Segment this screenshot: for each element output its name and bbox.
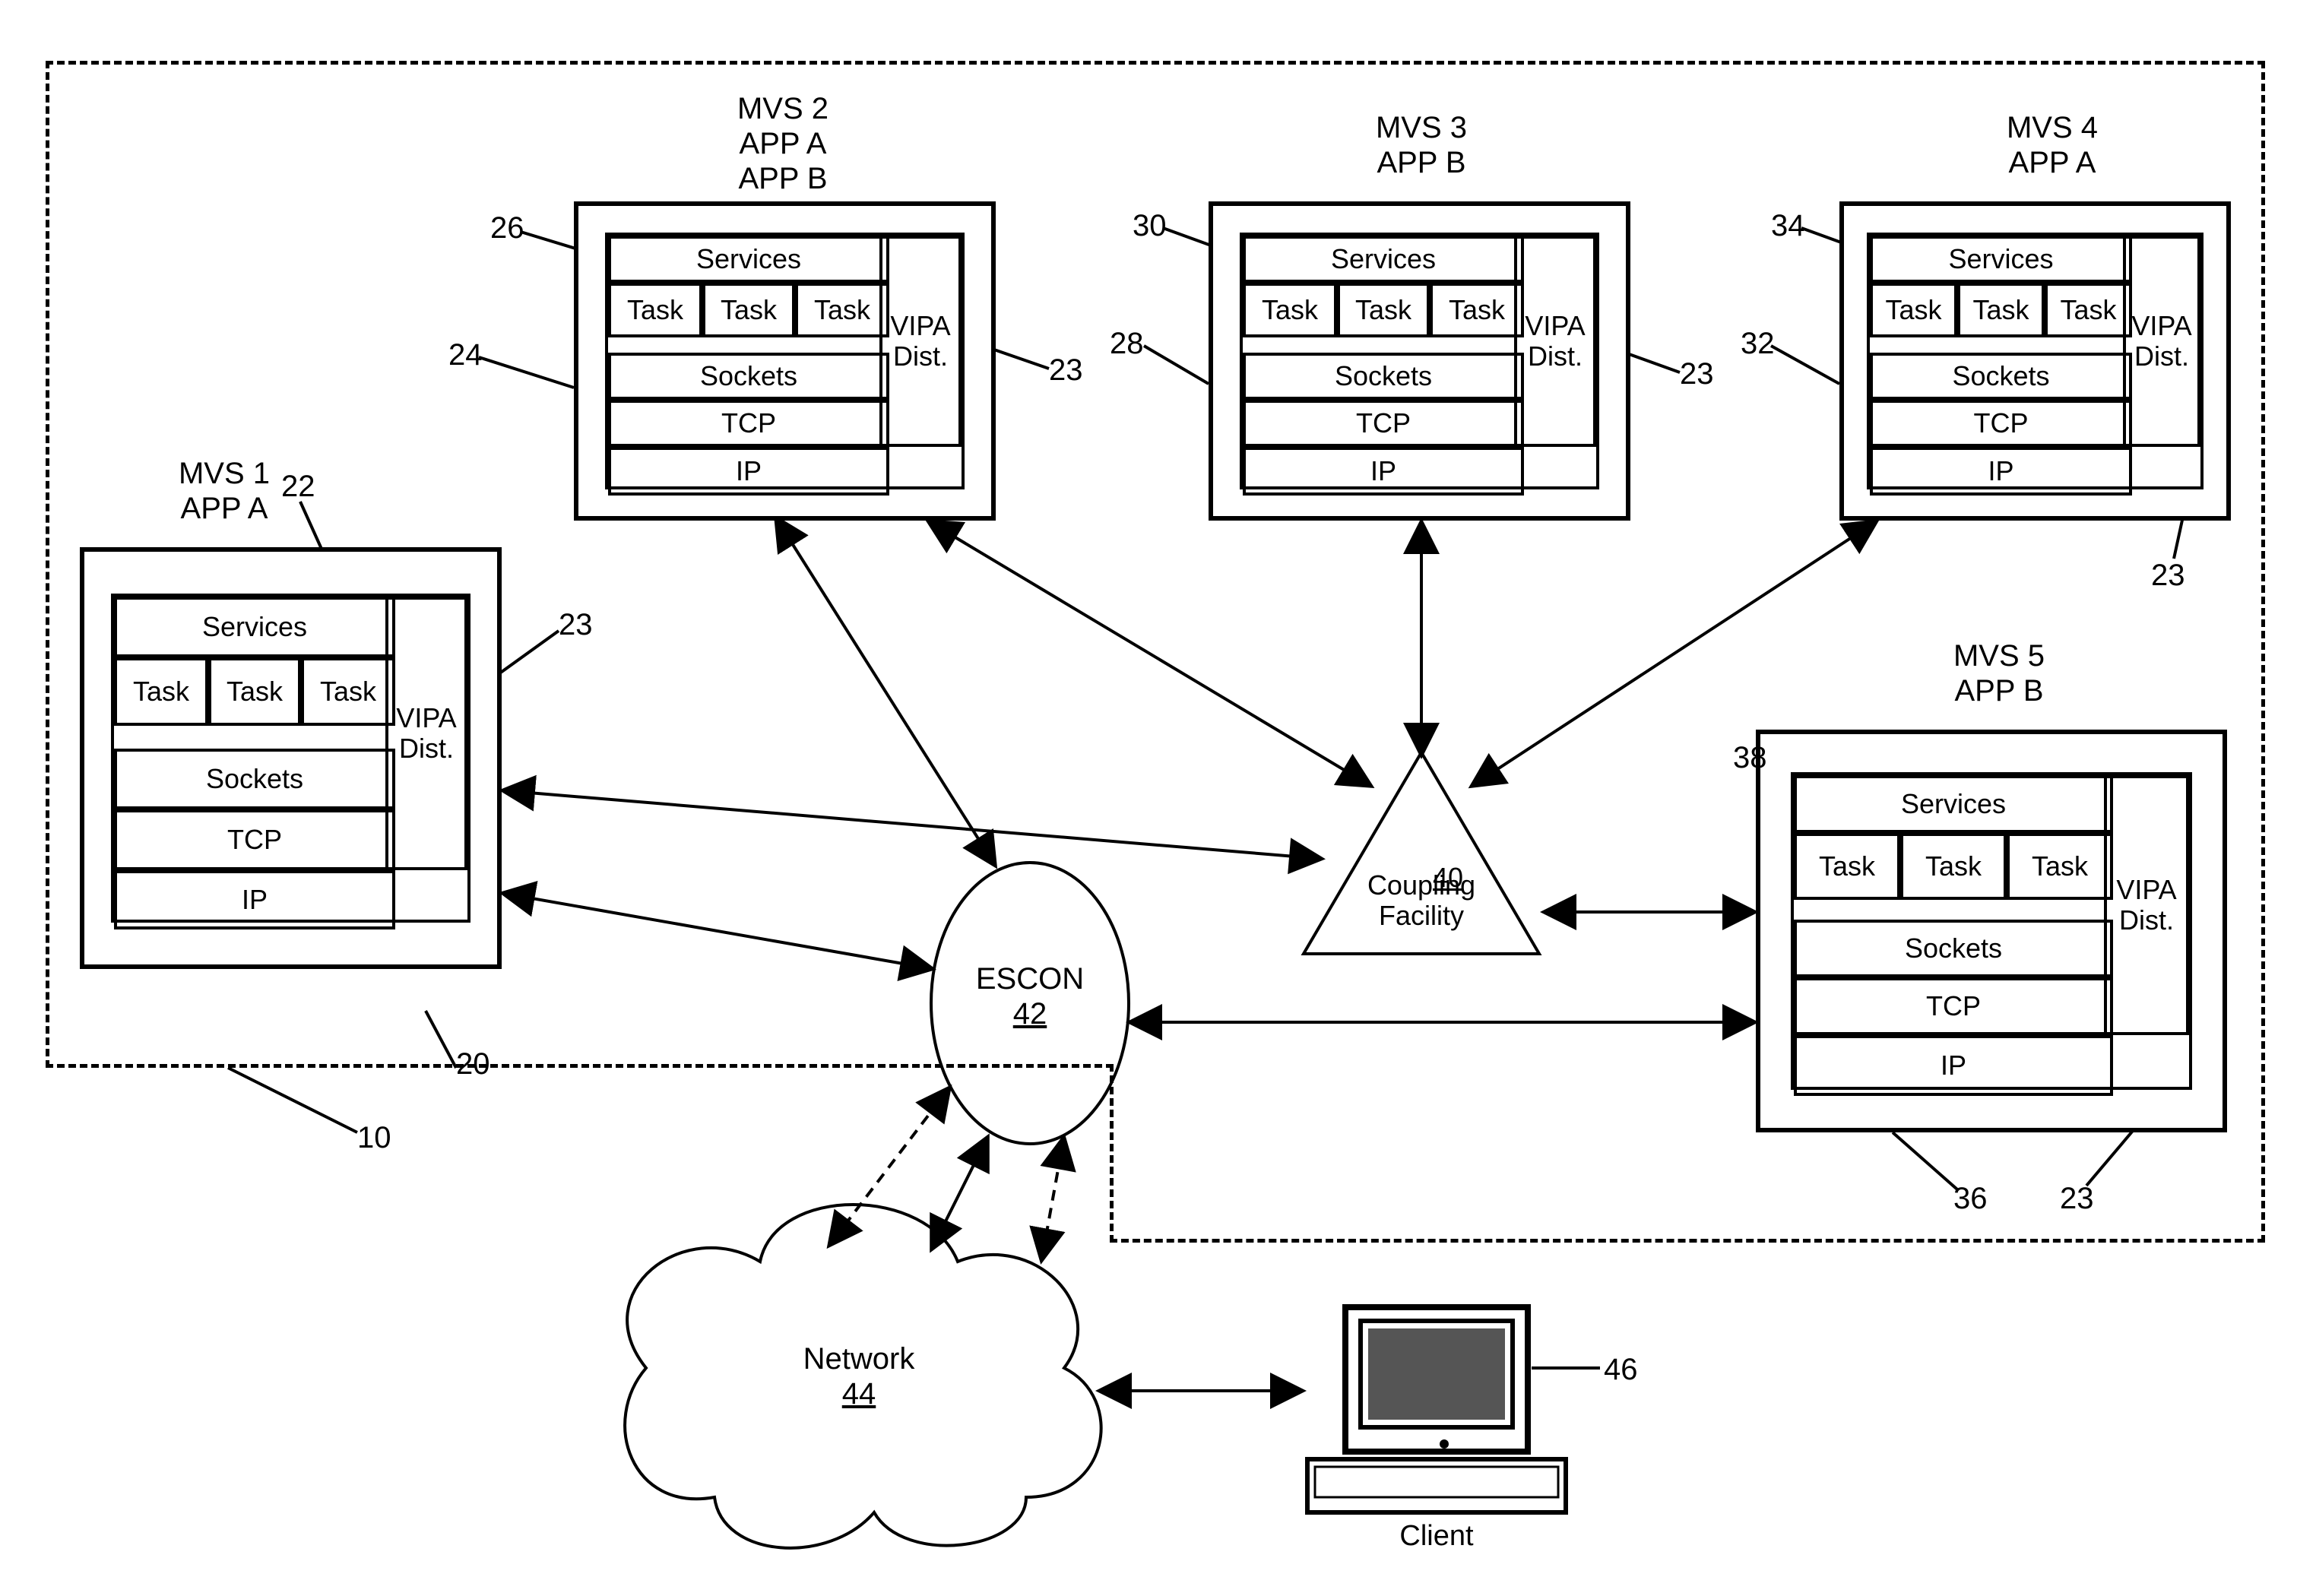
mvs1-services: Services: [114, 597, 395, 657]
mvs3-stack: Services Task Task Task Sockets TCP IP V…: [1240, 233, 1599, 489]
mvs3-services: Services: [1243, 236, 1524, 283]
ref-36: 36: [1953, 1182, 1988, 1216]
sysplex-border-notch-vert: [1110, 1064, 1114, 1243]
mvs4-stack: Services Task Task Task Sockets TCP IP V…: [1867, 233, 2204, 489]
sysplex-border-bottom-right: [1110, 1239, 2265, 1243]
mvs4-sockets: Sockets: [1870, 353, 2132, 400]
ref-38: 38: [1733, 741, 1767, 775]
diagram-canvas: MVS 1 APP A Services Task Task Task Sock…: [0, 0, 2316, 1596]
mvs5-services: Services: [1794, 775, 2113, 833]
mvs5-task-3: Task: [2007, 833, 2113, 900]
ref-23-c: 23: [1680, 357, 1714, 391]
mvs4-task-2: Task: [1957, 283, 2045, 337]
mvs4-ip: IP: [1870, 447, 2132, 496]
mvs4-tcp: TCP: [1870, 400, 2132, 447]
mvs2-task-2: Task: [702, 283, 795, 337]
coupling-label: Coupling Facility: [1361, 870, 1482, 930]
network-label: Network 44: [783, 1341, 935, 1411]
mvs1-task-1: Task: [114, 657, 208, 726]
mvs5-title: MVS 5 APP B: [1923, 638, 2075, 708]
mvs1-box: Services Task Task Task Sockets TCP IP V…: [80, 547, 502, 969]
mvs5-task-1: Task: [1794, 833, 1900, 900]
mvs5-vipa: VIPA Dist.: [2104, 775, 2189, 1035]
ref-26: 26: [490, 211, 524, 245]
mvs2-vipa: VIPA Dist.: [879, 236, 962, 447]
sysplex-border-bottom-left: [46, 1064, 1114, 1068]
mvs3-task-3: Task: [1430, 283, 1524, 337]
mvs5-tcp: TCP: [1794, 977, 2113, 1035]
mvs1-ip: IP: [114, 870, 395, 929]
sysplex-border-top: [46, 61, 2265, 65]
ref-23-b: 23: [1049, 353, 1083, 388]
mvs4-task-1: Task: [1870, 283, 1957, 337]
mvs5-task-2: Task: [1900, 833, 2007, 900]
ref-23-d: 23: [2151, 559, 2185, 593]
ref-46: 46: [1604, 1353, 1638, 1387]
ref-28: 28: [1110, 327, 1144, 361]
mvs1-task-3: Task: [301, 657, 395, 726]
mvs4-task-3: Task: [2045, 283, 2132, 337]
ref-30: 30: [1133, 209, 1167, 243]
mvs3-task-2: Task: [1337, 283, 1430, 337]
escon-label: ESCON 42: [969, 961, 1091, 1031]
mvs5-sockets: Sockets: [1794, 920, 2113, 977]
client-computer: [1307, 1307, 1566, 1512]
mvs3-title: MVS 3 APP B: [1345, 110, 1497, 180]
mvs3-sockets: Sockets: [1243, 353, 1524, 400]
mvs1-stack: Services Task Task Task Sockets TCP IP V…: [111, 594, 470, 923]
mvs3-task-1: Task: [1243, 283, 1337, 337]
mvs4-box: Services Task Task Task Sockets TCP IP V…: [1839, 201, 2231, 521]
sysplex-border-left: [46, 61, 49, 1068]
mvs3-vipa: VIPA Dist.: [1514, 236, 1596, 447]
ref-22: 22: [281, 470, 315, 504]
ref-23-a: 23: [559, 608, 593, 642]
mvs2-task-1: Task: [608, 283, 702, 337]
mvs5-ip: IP: [1794, 1035, 2113, 1096]
mvs2-title: MVS 2 APP A APP B: [707, 91, 859, 196]
mvs1-vipa: VIPA Dist.: [385, 597, 467, 870]
mvs2-sockets: Sockets: [608, 353, 889, 400]
sysplex-border-right: [2261, 61, 2265, 1243]
ref-10: 10: [357, 1121, 391, 1155]
mvs2-task-3: Task: [795, 283, 889, 337]
mvs1-title: MVS 1 APP A: [148, 456, 300, 526]
mvs3-box: Services Task Task Task Sockets TCP IP V…: [1209, 201, 1630, 521]
mvs1-tcp: TCP: [114, 809, 395, 870]
ref-32: 32: [1741, 327, 1775, 361]
mvs2-services: Services: [608, 236, 889, 283]
mvs3-tcp: TCP: [1243, 400, 1524, 447]
mvs2-stack: Services Task Task Task Sockets TCP IP V…: [605, 233, 965, 489]
mvs4-title: MVS 4 APP A: [1976, 110, 2128, 180]
mvs1-task-2: Task: [208, 657, 301, 726]
mvs5-stack: Services Task Task Task Sockets TCP IP V…: [1791, 772, 2192, 1090]
ref-24: 24: [448, 338, 483, 372]
mvs4-services: Services: [1870, 236, 2132, 283]
mvs4-vipa: VIPA Dist.: [2123, 236, 2200, 447]
mvs3-ip: IP: [1243, 447, 1524, 496]
ref-23-e: 23: [2060, 1182, 2094, 1216]
client-label: Client: [1391, 1520, 1482, 1553]
mvs2-ip: IP: [608, 447, 889, 496]
ref-34: 34: [1771, 209, 1805, 243]
mvs5-box: Services Task Task Task Sockets TCP IP V…: [1756, 730, 2227, 1132]
mvs2-box: Services Task Task Task Sockets TCP IP V…: [574, 201, 996, 521]
mvs2-tcp: TCP: [608, 400, 889, 447]
mvs1-sockets: Sockets: [114, 749, 395, 809]
ref-20: 20: [456, 1047, 490, 1081]
